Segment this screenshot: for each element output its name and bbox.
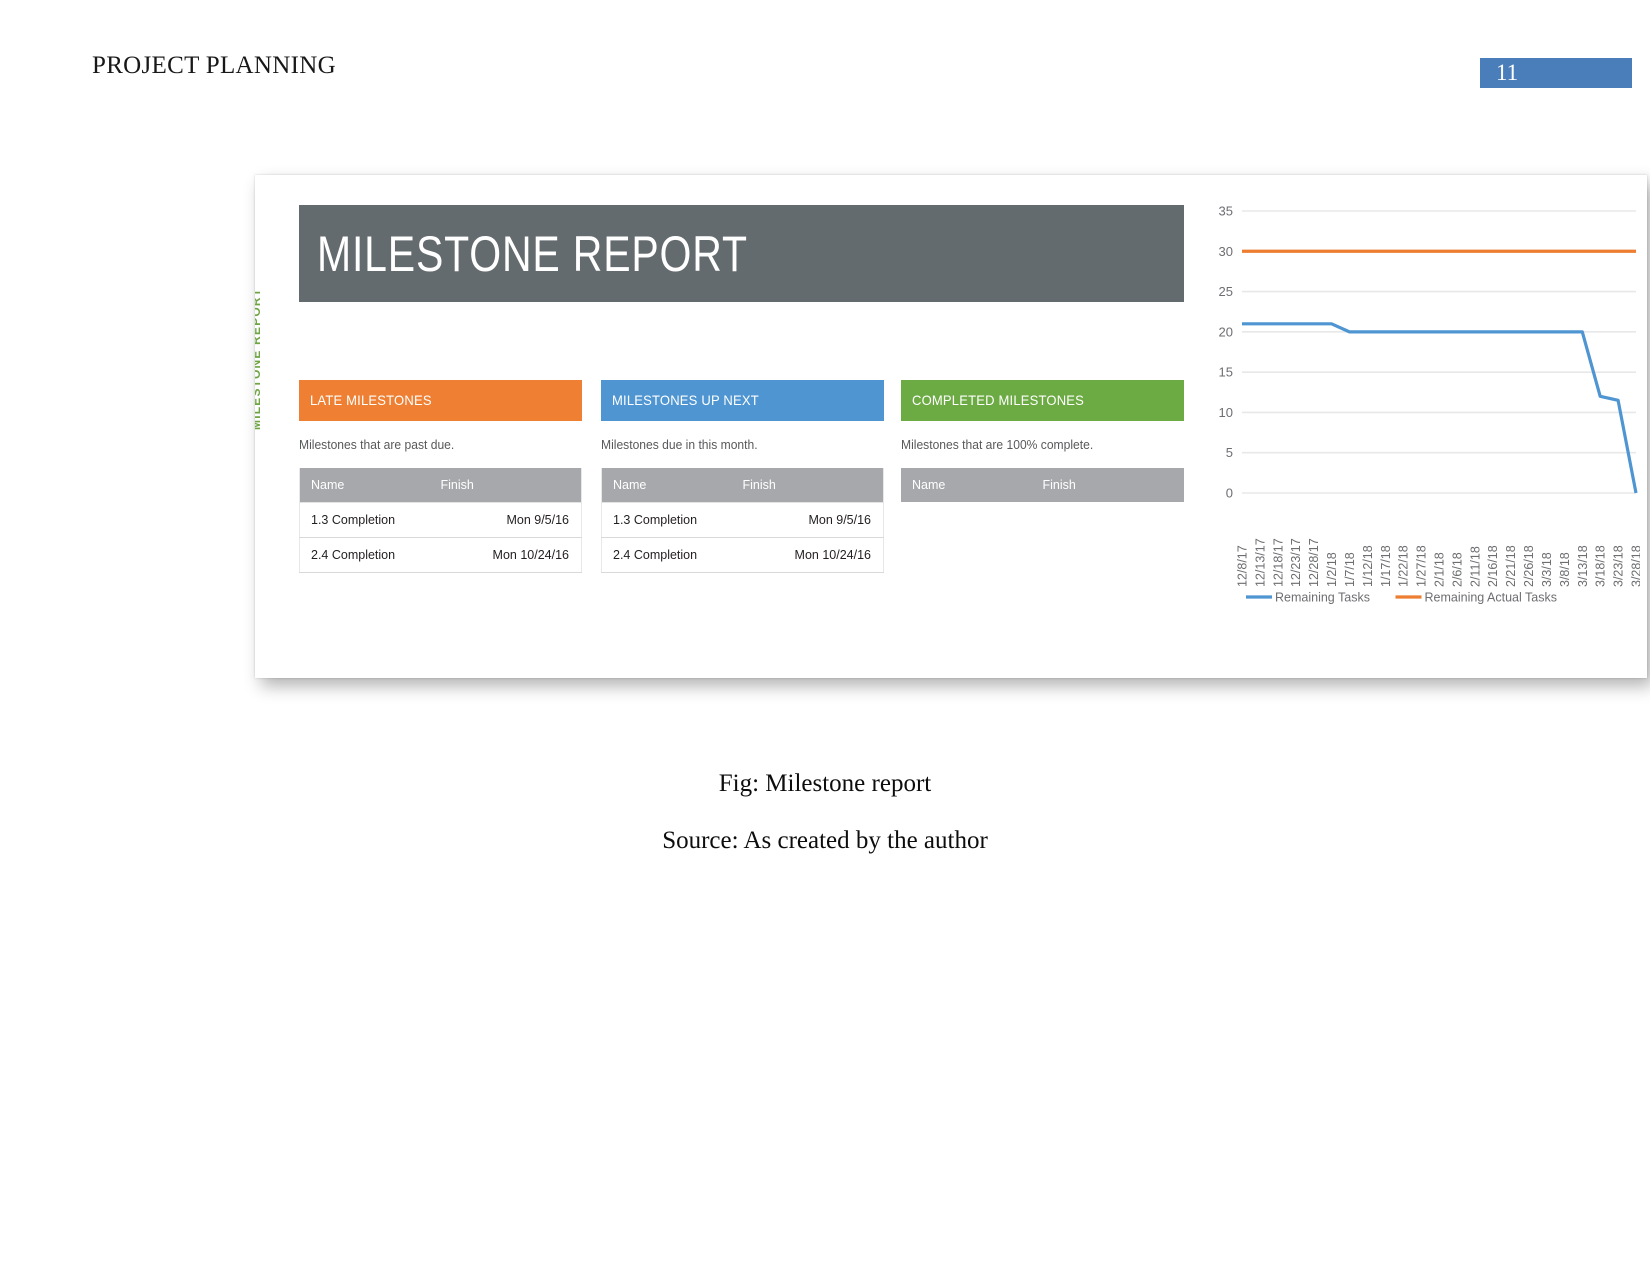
page-number-label: 11 bbox=[1496, 60, 1519, 85]
column-milestones-up-next: MILESTONES UP NEXT Milestones due in thi… bbox=[601, 380, 884, 573]
figure-source: Source: As created by the author bbox=[662, 827, 988, 854]
x-axis-tick-label: 3/28/18 bbox=[1630, 545, 1641, 587]
y-axis-tick-label: 0 bbox=[1226, 486, 1233, 501]
x-axis-tick-label: 1/27/18 bbox=[1415, 545, 1429, 587]
column-header-label: LATE MILESTONES bbox=[310, 392, 432, 408]
column-header-finish: Finish bbox=[742, 468, 884, 503]
column-header-name: Name bbox=[901, 468, 1043, 502]
y-axis-tick-label: 10 bbox=[1219, 405, 1233, 420]
x-axis-tick-label: 2/6/18 bbox=[1450, 552, 1464, 587]
report-side-label: MILESTONE REPORT bbox=[255, 287, 263, 430]
column-header-name: Name bbox=[299, 468, 441, 503]
x-axis-tick-label: 12/28/17 bbox=[1307, 538, 1321, 587]
x-axis-tick-label: 2/26/18 bbox=[1522, 545, 1536, 587]
x-axis-tick-label: 2/16/18 bbox=[1486, 545, 1500, 587]
cell-finish: Mon 10/24/16 bbox=[440, 537, 582, 573]
table-completed-milestones: Name Finish bbox=[901, 468, 1184, 502]
table-row: 2.4 Completion Mon 10/24/16 bbox=[601, 537, 884, 573]
table-row: 1.3 Completion Mon 9/5/16 bbox=[601, 502, 884, 538]
x-axis-tick-label: 3/8/18 bbox=[1558, 552, 1572, 587]
table-header-row: Name Finish bbox=[601, 468, 884, 503]
y-axis-tick-label: 30 bbox=[1219, 244, 1233, 259]
x-axis-tick-label: 1/2/18 bbox=[1325, 552, 1339, 587]
x-axis-tick-label: 3/3/18 bbox=[1540, 552, 1554, 587]
legend-label: Remaining Tasks bbox=[1275, 591, 1370, 605]
column-header-up-next: MILESTONES UP NEXT bbox=[601, 380, 884, 421]
x-axis-tick-label: 1/22/18 bbox=[1397, 545, 1411, 587]
cell-finish: Mon 9/5/16 bbox=[742, 502, 884, 538]
cell-finish: Mon 10/24/16 bbox=[742, 537, 884, 573]
x-axis-tick-label: 3/23/18 bbox=[1612, 545, 1626, 587]
column-header-late: LATE MILESTONES bbox=[299, 380, 582, 421]
x-axis-tick-label: 12/18/17 bbox=[1271, 538, 1285, 587]
x-axis-tick-label: 2/1/18 bbox=[1433, 552, 1447, 587]
chart-series-remaining-tasks bbox=[1242, 322, 1638, 494]
column-header-finish: Finish bbox=[1042, 468, 1184, 502]
page-title: PROJECT PLANNING bbox=[92, 52, 336, 79]
x-axis-tick-label: 12/13/17 bbox=[1253, 538, 1267, 587]
table-late-milestones: Name Finish 1.3 Completion Mon 9/5/16 2.… bbox=[299, 468, 582, 573]
column-description: Milestones that are 100% complete. bbox=[901, 437, 1094, 452]
x-axis-tick-label: 1/12/18 bbox=[1361, 545, 1375, 587]
cell-name: 1.3 Completion bbox=[299, 502, 441, 538]
y-axis-tick-label: 20 bbox=[1219, 324, 1233, 339]
figure-caption: Fig: Milestone report bbox=[718, 770, 932, 797]
column-header-completed: COMPLETED MILESTONES bbox=[901, 380, 1184, 421]
burndown-chart-svg: 0 5 10 15 20 25 30 35 12/8/17 12/13/17 12/18/17 12/… bbox=[1219, 204, 1641, 605]
report-title: MILESTONE REPORT bbox=[317, 226, 748, 282]
column-header-label: COMPLETED MILESTONES bbox=[912, 392, 1085, 408]
y-axis-tick-label: 15 bbox=[1219, 365, 1233, 380]
x-axis-tick-label: 1/17/18 bbox=[1379, 545, 1393, 587]
burndown-chart: 0 5 10 15 20 25 30 35 12/8/17 12/13/17 12/18/17 12/… bbox=[1200, 197, 1640, 657]
cell-name: 1.3 Completion bbox=[601, 502, 743, 538]
cell-finish: Mon 9/5/16 bbox=[440, 502, 582, 538]
table-header-row: Name Finish bbox=[299, 468, 582, 503]
table-header-row: Name Finish bbox=[901, 468, 1184, 502]
column-header-finish: Finish bbox=[440, 468, 582, 503]
report-title-bar: MILESTONE REPORT bbox=[299, 205, 1184, 302]
legend-label: Remaining Actual Tasks bbox=[1425, 591, 1557, 605]
y-axis-tick-label: 25 bbox=[1219, 284, 1233, 299]
cell-name: 2.4 Completion bbox=[299, 537, 441, 573]
milestone-report-dashboard: MILESTONE REPORT MILESTONE REPORT LATE M… bbox=[255, 175, 1647, 678]
table-row: 2.4 Completion Mon 10/24/16 bbox=[299, 537, 582, 573]
y-axis-tick-label: 5 bbox=[1226, 445, 1233, 460]
column-header-label: MILESTONES UP NEXT bbox=[612, 392, 759, 408]
cell-name: 2.4 Completion bbox=[601, 537, 743, 573]
column-header-name: Name bbox=[601, 468, 743, 503]
column-description: Milestones that are past due. bbox=[299, 437, 455, 452]
table-milestones-up-next: Name Finish 1.3 Completion Mon 9/5/16 2.… bbox=[601, 468, 884, 573]
y-axis-tick-label: 35 bbox=[1219, 204, 1233, 219]
x-axis-tick-label: 2/21/18 bbox=[1504, 545, 1518, 587]
column-description: Milestones due in this month. bbox=[601, 437, 758, 452]
column-completed-milestones: COMPLETED MILESTONES Milestones that are… bbox=[901, 380, 1184, 502]
figure-milestone-report: MILESTONE REPORT MILESTONE REPORT LATE M… bbox=[255, 175, 1650, 685]
x-axis-tick-label: 3/13/18 bbox=[1576, 545, 1590, 587]
document-header: PROJECT PLANNING 11 bbox=[0, 0, 1650, 110]
table-row: 1.3 Completion Mon 9/5/16 bbox=[299, 502, 582, 538]
x-axis-tick-label: 1/7/18 bbox=[1343, 552, 1357, 587]
page-number-badge: 11 bbox=[1480, 58, 1632, 88]
x-axis-tick-label: 3/18/18 bbox=[1594, 545, 1608, 587]
x-axis-tick-label: 12/23/17 bbox=[1289, 538, 1303, 587]
column-late-milestones: LATE MILESTONES Milestones that are past… bbox=[299, 380, 582, 573]
x-axis-tick-label: 2/11/18 bbox=[1468, 546, 1482, 587]
x-axis-tick-label: 12/8/17 bbox=[1236, 545, 1250, 587]
